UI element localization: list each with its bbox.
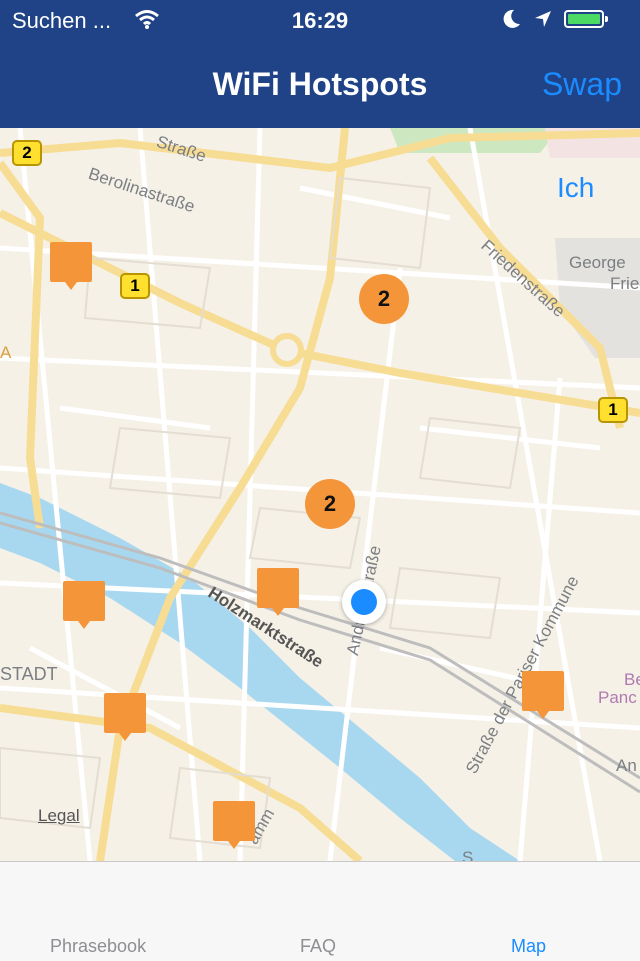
hotspot-pin[interactable] [63,581,105,629]
map-label: Be [624,670,640,689]
moon-icon [502,8,522,35]
road-shield: 2 [12,140,42,166]
tab-faq[interactable]: FAQ [300,936,336,957]
hotspot-cluster[interactable]: 2 [359,274,409,324]
hotspot-cluster[interactable]: 2 [305,479,355,529]
map-label: Frie [610,274,640,293]
map-label: A [0,343,12,362]
location-arrow-icon [533,9,553,34]
hotspot-pin[interactable] [50,242,92,290]
tab-phrasebook[interactable]: Phrasebook [50,936,146,957]
hotspot-pin[interactable] [213,801,255,849]
swap-button[interactable]: Swap [542,66,622,103]
user-location-marker [342,580,386,624]
hotspot-pin[interactable] [522,671,564,719]
road-shield: 1 [598,397,628,423]
my-location-label[interactable]: Ich [557,172,594,204]
hotspot-pin[interactable] [257,568,299,616]
legal-link[interactable]: Legal [38,806,80,826]
status-bar: Suchen ... 16:29 [0,0,640,40]
map-label: George [569,253,626,272]
road-shield: 1 [120,273,150,299]
tab-bar: Phrasebook FAQ Map [0,861,640,961]
district-label: STADT [0,664,58,684]
map-label: S [462,848,474,861]
tab-map[interactable]: Map [511,936,546,957]
navigation-bar: WiFi Hotspots Swap [0,40,640,128]
map-view[interactable]: Straße Berolinastraße Friedenstraße Holz… [0,128,640,861]
battery-icon [564,10,608,28]
map-label: Panc [598,688,637,707]
map-label: An [616,756,637,775]
hotspot-pin[interactable] [104,693,146,741]
